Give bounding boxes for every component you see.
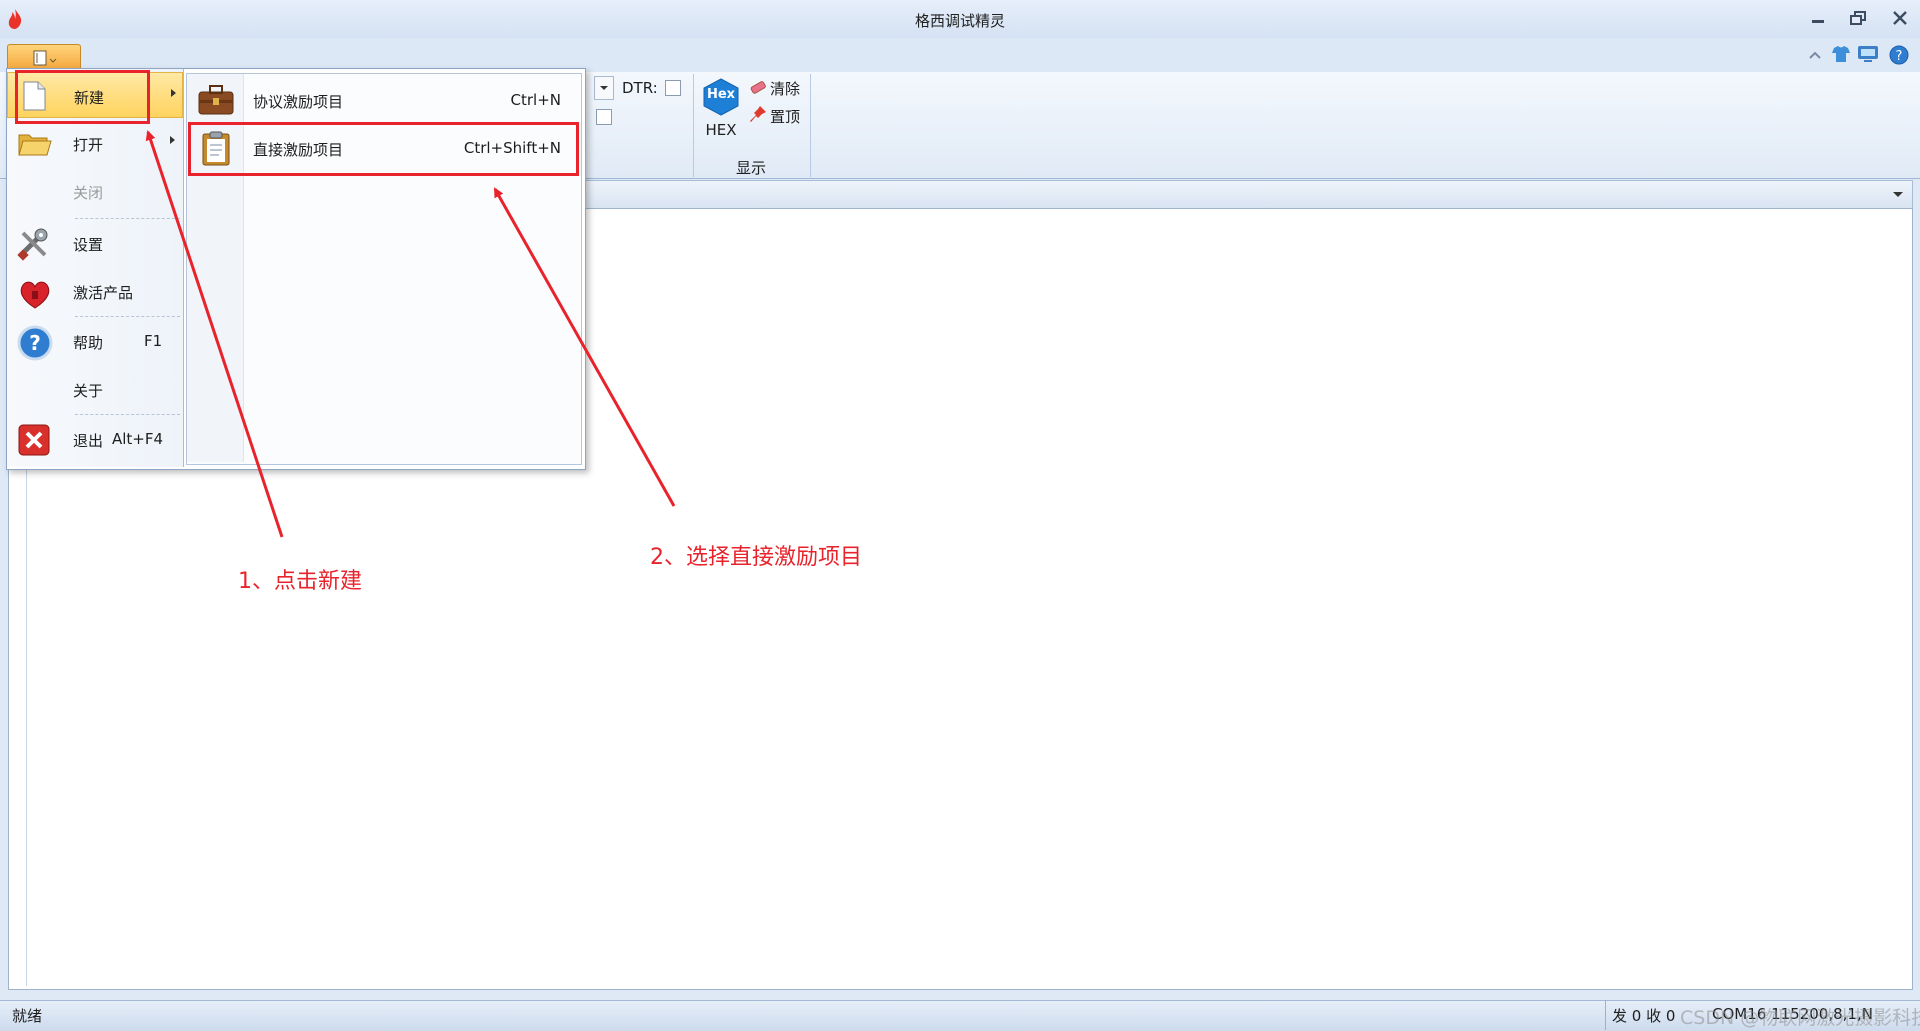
annotation-arrows [145, 130, 676, 538]
annotation-step2: 2、选择直接激励项目 [650, 545, 862, 570]
arrow-to-direct [493, 187, 676, 507]
arrow-to-new [145, 130, 284, 538]
annotation-step1: 1、点击新建 [238, 569, 362, 594]
